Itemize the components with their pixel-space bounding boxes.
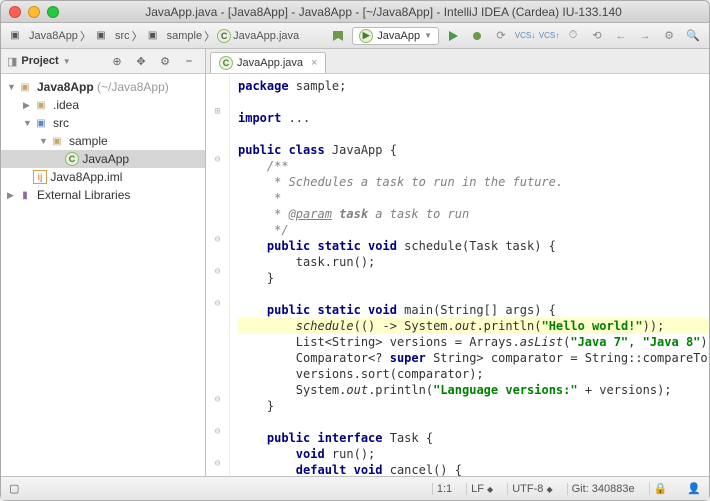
project-panel-header: ◨ Project ▼ ⊕ ✥ ⚙ ⎯ (1, 49, 205, 74)
breadcrumb-item[interactable]: Java8App (29, 30, 78, 42)
class-icon: ▶ (359, 29, 373, 43)
editor-tab[interactable]: C JavaApp.java × (210, 52, 326, 73)
statusbar: ▢ 1:1 LF ◆ UTF-8 ◆ Git: 340883e 🔒 👤 (1, 476, 709, 500)
titlebar: JavaApp.java - [Java8App] - Java8App - [… (1, 1, 709, 23)
settings-button[interactable]: ⚙ (659, 26, 679, 46)
class-icon: C (219, 56, 233, 70)
project-sidebar: ◨ Project ▼ ⊕ ✥ ⚙ ⎯ ▼▣Java8App (~/Java8A… (1, 49, 206, 476)
run-button[interactable] (443, 26, 463, 46)
run-config-label: JavaApp (377, 30, 420, 42)
breadcrumb-item[interactable]: sample (167, 30, 202, 42)
sync-button[interactable]: ⟲ (587, 26, 607, 46)
collapse-icon[interactable]: ⊕ (107, 51, 127, 71)
dropdown-icon[interactable]: ▼ (63, 57, 71, 66)
encoding[interactable]: UTF-8 ◆ (507, 483, 556, 495)
search-button[interactable]: 🔍 (683, 26, 703, 46)
breadcrumb-item[interactable]: src (115, 30, 130, 42)
gutter: ⊞ ⊖ ⊖⊖ ⊖ ⊖ ⊖ ⊖ (206, 74, 230, 476)
breadcrumb-sep: 〉 (80, 28, 91, 44)
vcs-update-button[interactable]: VCS↓ (515, 26, 535, 46)
forward-button[interactable]: → (635, 26, 655, 46)
code-editor[interactable]: ⊞ ⊖ ⊖⊖ ⊖ ⊖ ⊖ ⊖ package sample; import ..… (206, 74, 709, 476)
lock-icon[interactable]: 🔒 (649, 482, 672, 495)
tree-external-libs[interactable]: ▶▮External Libraries (1, 186, 205, 204)
close-window-button[interactable] (9, 6, 21, 18)
vcs-commit-button[interactable]: VCS↑ (539, 26, 559, 46)
folder-icon: ▣ (7, 29, 23, 43)
tree-sample[interactable]: ▼▣sample (1, 132, 205, 150)
scroll-icon[interactable]: ✥ (131, 51, 151, 71)
inspector-icon[interactable]: 👤 (687, 482, 701, 495)
back-button[interactable]: ← (611, 26, 631, 46)
compile-button[interactable] (328, 26, 348, 46)
project-tree: ▼▣Java8App (~/Java8App) ▶▣.idea ▼▣src ▼▣… (1, 74, 205, 476)
tree-idea[interactable]: ▶▣.idea (1, 96, 205, 114)
iml-icon: ij (33, 170, 47, 184)
tree-javaapp[interactable]: C JavaApp (1, 150, 205, 168)
gear-icon[interactable]: ⚙ (155, 51, 175, 71)
folder-icon: ▣ (93, 29, 109, 43)
zoom-window-button[interactable] (47, 6, 59, 18)
class-icon: C (65, 152, 79, 166)
tab-label: JavaApp.java (237, 57, 303, 69)
hide-icon[interactable]: ⎯ (179, 51, 199, 71)
dropdown-icon: ▼ (424, 31, 432, 40)
cursor-position[interactable]: 1:1 (432, 483, 456, 495)
minimize-window-button[interactable] (28, 6, 40, 18)
tree-iml[interactable]: ij Java8App.iml (1, 168, 205, 186)
project-panel-title: Project (21, 55, 58, 67)
tree-root[interactable]: ▼▣Java8App (~/Java8App) (1, 78, 205, 96)
window-title: JavaApp.java - [Java8App] - Java8App - [… (66, 5, 701, 19)
breadcrumb-sep: 〉 (204, 28, 215, 44)
toolbar: ▣ Java8App 〉 ▣ src 〉 ▣ sample 〉 C JavaAp… (1, 23, 709, 49)
editor-area: C JavaApp.java × ⊞ ⊖ ⊖⊖ ⊖ ⊖ ⊖ ⊖ package … (206, 49, 709, 476)
breadcrumb: ▣ Java8App 〉 ▣ src 〉 ▣ sample 〉 C JavaAp… (7, 28, 299, 44)
editor-tabs: C JavaApp.java × (206, 49, 709, 74)
git-branch[interactable]: Git: 340883e (567, 483, 639, 495)
breadcrumb-sep: 〉 (132, 28, 143, 44)
line-separator[interactable]: LF ◆ (466, 483, 497, 495)
project-view-icon: ◨ (7, 55, 17, 68)
close-tab-icon[interactable]: × (311, 57, 317, 69)
run-config-select[interactable]: ▶ JavaApp ▼ (352, 27, 439, 45)
status-icon[interactable]: ▢ (9, 482, 19, 495)
package-icon: ▣ (145, 29, 161, 43)
vcs-history-button[interactable]: ⏱ (563, 26, 583, 46)
code-body[interactable]: package sample; import ... public class … (230, 74, 709, 476)
coverage-button[interactable]: ⟳ (491, 26, 511, 46)
class-icon: C (217, 29, 231, 43)
breadcrumb-item[interactable]: JavaApp.java (233, 30, 299, 42)
debug-button[interactable] (467, 26, 487, 46)
tree-src[interactable]: ▼▣src (1, 114, 205, 132)
